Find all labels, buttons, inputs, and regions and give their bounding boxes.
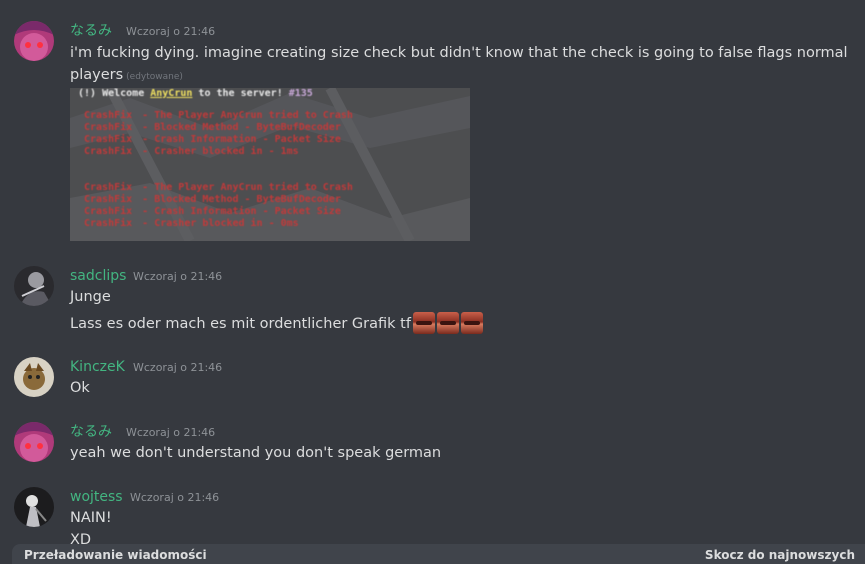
attachment-line: CrashFix - Crash Information - Packet Siz… xyxy=(84,134,341,145)
avatar[interactable] xyxy=(14,357,54,397)
edited-label: (edytowane) xyxy=(126,72,183,82)
face-emoji-icon[interactable] xyxy=(436,312,459,334)
username[interactable]: sadclips xyxy=(70,267,126,285)
image-attachment[interactable]: (!) Welcome AnyCrun to the server! #135 … xyxy=(70,88,470,241)
timestamp: Wczoraj o 21:46 xyxy=(126,25,216,38)
username[interactable]: wojtess xyxy=(70,488,123,506)
username[interactable]: なるみ xyxy=(70,423,112,441)
timestamp: Wczoraj o 21:46 xyxy=(126,426,216,439)
avatar[interactable] xyxy=(14,266,54,306)
message-text: yeah we don't understand you don't speak… xyxy=(70,445,442,461)
username[interactable]: なるみ xyxy=(70,22,112,40)
face-emoji-icon[interactable] xyxy=(412,312,435,334)
timestamp: Wczoraj o 21:46 xyxy=(133,270,223,283)
avatar[interactable] xyxy=(14,422,54,462)
attachment-line: CrashFix - Crash Information - Packet Siz… xyxy=(84,206,341,217)
new-messages-bar[interactable]: Przeładowanie wiadomości Skocz do najnow… xyxy=(12,544,865,564)
face-emoji-icon[interactable] xyxy=(460,312,483,334)
attachment-line: CrashFix - Blocked Method - ByteBufDecode… xyxy=(84,122,341,133)
message-text: NAIN! xyxy=(70,510,112,526)
message-text-line: players xyxy=(70,67,124,83)
attachment-header-line: (!) Welcome AnyCrun to the server! #135 xyxy=(78,88,313,99)
message-text: i'm fucking dying. imagine creating size… xyxy=(70,45,848,61)
jump-to-latest-button[interactable]: Skocz do najnowszych xyxy=(705,548,855,562)
attachment-line: CrashFix - The Player AnyCrun tried to Cr… xyxy=(84,182,353,193)
avatar[interactable] xyxy=(14,487,54,527)
timestamp: Wczoraj o 21:46 xyxy=(130,491,220,504)
attachment-line: CrashFix - Blocked Method - ByteBufDecode… xyxy=(84,194,341,205)
message-text: Lass es oder mach es mit ordentlicher Gr… xyxy=(70,312,483,335)
message-text: players (edytowane) xyxy=(70,64,183,88)
avatar[interactable] xyxy=(14,21,54,61)
username[interactable]: KinczeK xyxy=(70,358,125,376)
attachment-line: CrashFix - Crasher blocked in - 0ms xyxy=(84,218,299,229)
timestamp: Wczoraj o 21:46 xyxy=(133,361,223,374)
message-text-line: Lass es oder mach es mit ordentlicher Gr… xyxy=(70,316,411,332)
message-text: Ok xyxy=(70,380,90,396)
reload-messages-label[interactable]: Przeładowanie wiadomości xyxy=(24,548,207,562)
attachment-line: CrashFix - Crasher blocked in - 1ms xyxy=(84,146,299,157)
attachment-line: CrashFix - The Player AnyCrun tried to Cr… xyxy=(84,110,353,121)
message-text: Junge xyxy=(70,289,111,305)
